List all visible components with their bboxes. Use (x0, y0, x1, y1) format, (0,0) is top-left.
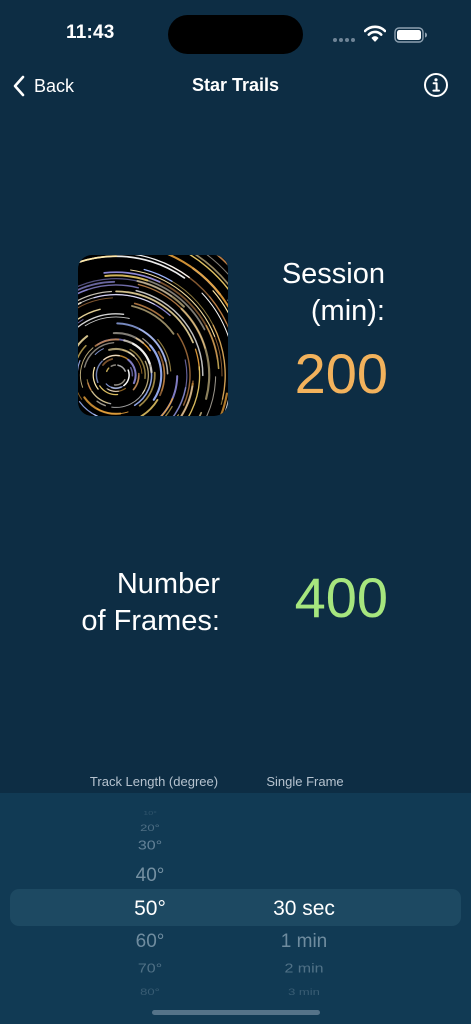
home-indicator (152, 1010, 320, 1015)
page-title: Star Trails (191, 75, 280, 95)
single-frame-header: Single Frame (266, 774, 344, 789)
picker-selection-highlight (10, 889, 461, 926)
status-bar: 11:43 (0, 0, 471, 64)
picker-item[interactable]: 80° (98, 986, 202, 995)
single-frame-picker[interactable]: 30 sec1 min2 min3 min4 min (240, 793, 368, 1004)
status-time: 11:43 (66, 22, 115, 43)
frames-value: 400 (294, 566, 388, 629)
picker-item[interactable]: 20° (98, 822, 202, 831)
picker-item[interactable]: 70° (98, 962, 202, 975)
picker-item[interactable]: 30° (98, 839, 202, 852)
signal-dots-icon (333, 38, 357, 42)
wifi-icon (364, 25, 386, 42)
picker-item[interactable]: 1 min (240, 932, 368, 951)
picker-item[interactable]: 3 min (240, 986, 368, 995)
star-trails-image (78, 255, 228, 416)
picker-item[interactable]: 40° (98, 866, 202, 885)
info-circle-icon[interactable] (423, 72, 449, 98)
picker-item[interactable]: 60° (98, 932, 202, 951)
dynamic-island (168, 15, 303, 54)
track-length-header: Track Length (degree) (89, 774, 219, 789)
session-label: Session (min): (281, 258, 385, 327)
picker-item[interactable]: 2 min (240, 962, 368, 975)
navigation-bar: Back Star Trails (0, 64, 471, 108)
picker-selected-item[interactable]: 30 sec (240, 898, 368, 919)
frames-label: Number of Frames: (81, 568, 220, 637)
track-length-picker[interactable]: 10°20°30°40°50°60°70°80°90° (98, 793, 202, 1003)
picker-selected-item[interactable]: 50° (98, 898, 202, 919)
session-value: 200 (294, 342, 388, 405)
picker-item[interactable]: 10° (98, 810, 202, 816)
battery-icon (394, 27, 427, 43)
